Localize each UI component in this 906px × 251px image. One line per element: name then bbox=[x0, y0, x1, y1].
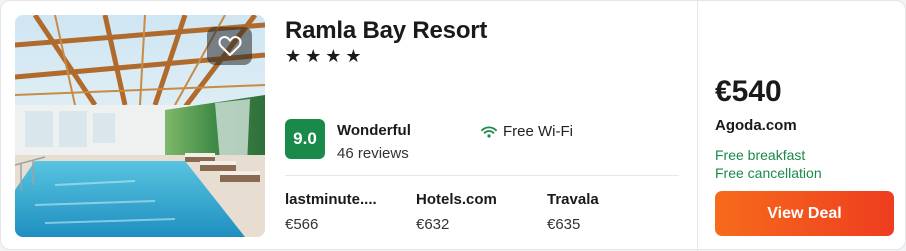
wifi-icon bbox=[481, 125, 497, 138]
provider-offer[interactable]: Travala €635 bbox=[547, 191, 599, 233]
star-icon: ★ bbox=[305, 46, 322, 66]
provider-offer[interactable]: Hotels.com €632 bbox=[416, 191, 497, 233]
star-icon: ★ bbox=[345, 46, 362, 66]
provider-price: €635 bbox=[547, 216, 581, 233]
provider-price: €566 bbox=[285, 216, 319, 233]
rating-score-badge: 9.0 bbox=[285, 119, 325, 159]
amenity-wifi: Free Wi-Fi bbox=[481, 123, 573, 140]
provider-price: €632 bbox=[416, 216, 450, 233]
divider bbox=[697, 1, 698, 251]
favorite-button[interactable] bbox=[207, 27, 252, 65]
provider-name: Travala bbox=[547, 191, 599, 208]
star-rating: ★ ★ ★ ★ bbox=[285, 47, 362, 65]
view-deal-button[interactable]: View Deal bbox=[715, 191, 894, 236]
deal-source: Agoda.com bbox=[715, 117, 797, 134]
provider-name: lastminute.... bbox=[285, 191, 377, 208]
deal-price: €540 bbox=[715, 75, 782, 108]
heart-icon bbox=[217, 36, 242, 56]
review-count-link[interactable]: 46 reviews bbox=[337, 145, 409, 162]
provider-name: Hotels.com bbox=[416, 191, 497, 208]
perk-free-breakfast: Free breakfast bbox=[715, 147, 806, 163]
hotel-name[interactable]: Ramla Bay Resort bbox=[285, 17, 487, 45]
perk-free-cancellation: Free cancellation bbox=[715, 165, 822, 181]
rating-label: Wonderful bbox=[337, 122, 411, 139]
star-icon: ★ bbox=[285, 46, 302, 66]
star-icon: ★ bbox=[325, 46, 342, 66]
divider bbox=[285, 175, 679, 176]
hotel-card[interactable]: Ramla Bay Resort ★ ★ ★ ★ 9.0 Wonderful 4… bbox=[0, 0, 906, 251]
provider-offer[interactable]: lastminute.... €566 bbox=[285, 191, 377, 233]
amenity-label: Free Wi-Fi bbox=[503, 123, 573, 140]
